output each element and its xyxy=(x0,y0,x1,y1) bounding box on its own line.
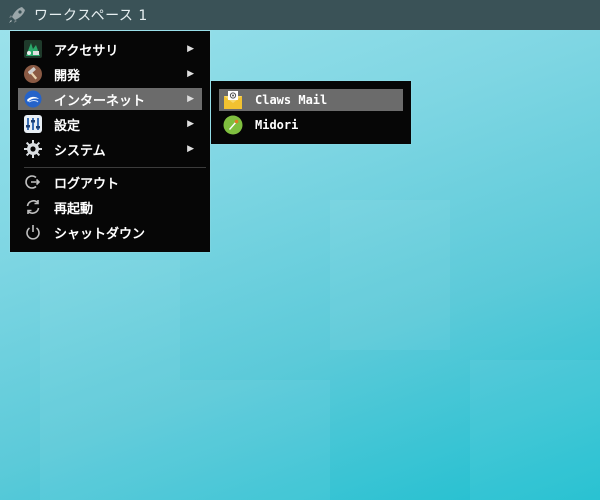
accessories-icon xyxy=(24,40,42,58)
menu-item-restart[interactable]: 再起動 xyxy=(18,196,202,218)
menu-separator xyxy=(24,167,206,168)
gear-icon xyxy=(24,140,42,158)
globe-icon xyxy=(24,90,42,108)
background-facet xyxy=(470,360,600,500)
submenu-arrow-icon: ▶ xyxy=(187,69,194,79)
menu-item-label: 設定 xyxy=(54,118,81,134)
rocket-icon[interactable] xyxy=(6,4,28,26)
internet-submenu: Claws Mail Midori xyxy=(211,81,411,144)
workspace-label[interactable]: ワークスペース 1 xyxy=(34,5,148,25)
restart-icon xyxy=(24,198,42,216)
power-icon xyxy=(24,223,42,241)
submenu-item-midori[interactable]: Midori xyxy=(219,114,403,136)
menu-item-label: システム xyxy=(54,143,106,159)
top-panel: ワークスペース 1 xyxy=(0,0,600,30)
menu-item-label: ログアウト xyxy=(54,176,120,192)
menu-item-label: 再起動 xyxy=(54,201,94,217)
menu-item-label: アクセサリ xyxy=(54,43,119,59)
settings-icon xyxy=(24,115,42,133)
submenu-arrow-icon: ▶ xyxy=(187,44,194,54)
menu-item-label: シャットダウン xyxy=(54,226,146,242)
midori-icon xyxy=(223,115,243,135)
menu-item-development[interactable]: 開発 ▶ xyxy=(18,63,202,85)
submenu-item-label: Midori xyxy=(255,118,299,132)
menu-item-shutdown[interactable]: シャットダウン xyxy=(18,221,202,243)
application-menu: アクセサリ ▶ 開発 ▶ インターネット ▶ 設定 ▶ システム ▶ ログアウト… xyxy=(10,31,210,252)
menu-item-logout[interactable]: ログアウト xyxy=(18,171,202,193)
background-facet xyxy=(40,260,180,500)
menu-item-system[interactable]: システム ▶ xyxy=(18,138,202,160)
menu-item-settings[interactable]: 設定 ▶ xyxy=(18,113,202,135)
menu-item-accessories[interactable]: アクセサリ ▶ xyxy=(18,38,202,60)
background-facet xyxy=(330,200,450,350)
submenu-arrow-icon: ▶ xyxy=(187,144,194,154)
hammer-icon xyxy=(24,65,42,83)
menu-item-label: インターネット xyxy=(54,93,146,109)
background-facet xyxy=(180,380,330,500)
submenu-arrow-icon: ▶ xyxy=(187,119,194,129)
menu-item-internet[interactable]: インターネット ▶ xyxy=(18,88,202,110)
submenu-arrow-icon: ▶ xyxy=(187,94,194,104)
menu-item-label: 開発 xyxy=(54,68,81,84)
submenu-item-label: Claws Mail xyxy=(255,93,328,107)
logout-icon xyxy=(24,173,42,191)
mail-icon xyxy=(223,90,243,110)
submenu-item-claws-mail[interactable]: Claws Mail xyxy=(219,89,403,111)
